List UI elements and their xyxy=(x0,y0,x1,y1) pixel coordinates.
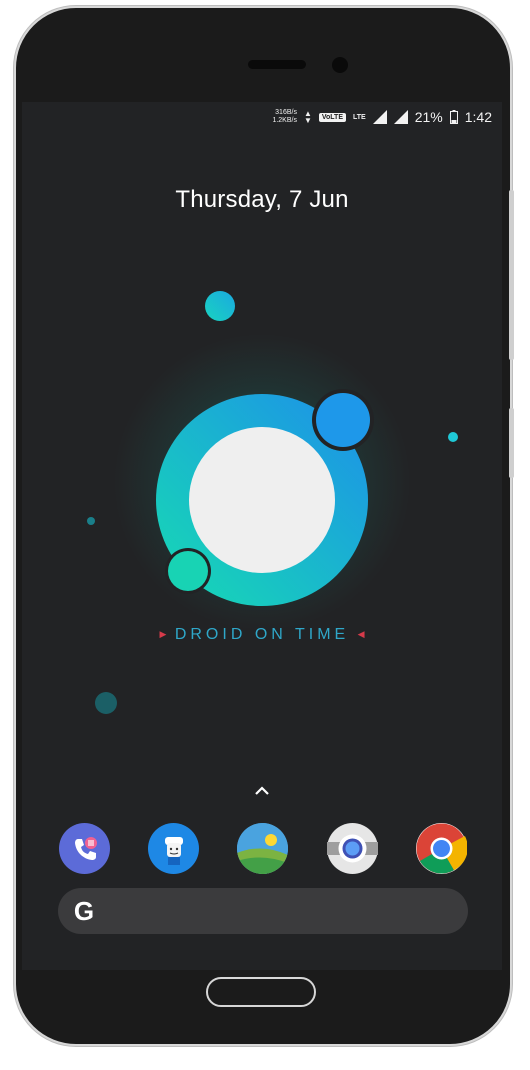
battery-icon xyxy=(449,110,458,124)
power-button[interactable] xyxy=(509,408,514,478)
wallpaper-title: ▶ DROID ON TIME ◀ xyxy=(22,626,502,644)
google-search-bar[interactable]: G xyxy=(58,888,468,934)
network-speed: 316B/s 1.2KB/s xyxy=(272,109,297,125)
wallpaper-inner-disc xyxy=(189,427,335,573)
chevron-up-icon[interactable] xyxy=(253,782,271,800)
lte-label: LTE xyxy=(353,113,366,121)
status-clock: 1:42 xyxy=(464,109,492,125)
google-g-icon: G xyxy=(73,896,95,926)
app-dock xyxy=(59,823,469,875)
phone-icon xyxy=(74,836,97,860)
triangle-left-icon: ◀ xyxy=(357,629,365,639)
data-activity-icon: ▲ ▼ xyxy=(303,109,312,125)
camera-app-icon[interactable] xyxy=(327,823,378,874)
wallpaper-dot-left xyxy=(87,517,95,525)
volte-badge: VoLTE xyxy=(318,112,347,122)
gallery-app-icon[interactable] xyxy=(237,823,288,874)
front-camera xyxy=(332,57,348,73)
contacts-icon xyxy=(164,836,183,865)
lock-screen: 316B/s 1.2KB/s ▲ ▼ VoLTE LTE 21% 1:42 Thu… xyxy=(22,102,502,970)
download-speed: 1.2KB/s xyxy=(272,117,297,124)
home-button[interactable] xyxy=(206,977,316,1007)
camera-icon xyxy=(327,823,378,874)
chrome-icon xyxy=(416,823,467,874)
wallpaper-title-text: DROID ON TIME xyxy=(174,626,350,643)
triangle-right-icon: ▶ xyxy=(159,629,167,639)
lockscreen-date: Thursday, 7 Jun xyxy=(175,186,349,213)
gallery-icon xyxy=(237,823,288,874)
signal-icon xyxy=(372,110,387,124)
contacts-app-icon[interactable] xyxy=(148,823,199,874)
signal-icon-2 xyxy=(393,110,408,124)
upload-speed: 316B/s xyxy=(275,109,297,116)
chrome-app-icon[interactable] xyxy=(416,823,467,874)
status-bar: 316B/s 1.2KB/s ▲ ▼ VoLTE LTE 21% 1:42 xyxy=(272,106,492,128)
volume-button[interactable] xyxy=(509,190,514,360)
wallpaper-dot-right xyxy=(448,432,458,442)
earpiece-speaker xyxy=(248,60,306,69)
battery-percent: 21% xyxy=(414,109,443,125)
wallpaper-dot-bottom xyxy=(95,692,117,714)
phone-app-icon[interactable] xyxy=(59,823,110,874)
wallpaper-dot-top xyxy=(205,291,235,321)
